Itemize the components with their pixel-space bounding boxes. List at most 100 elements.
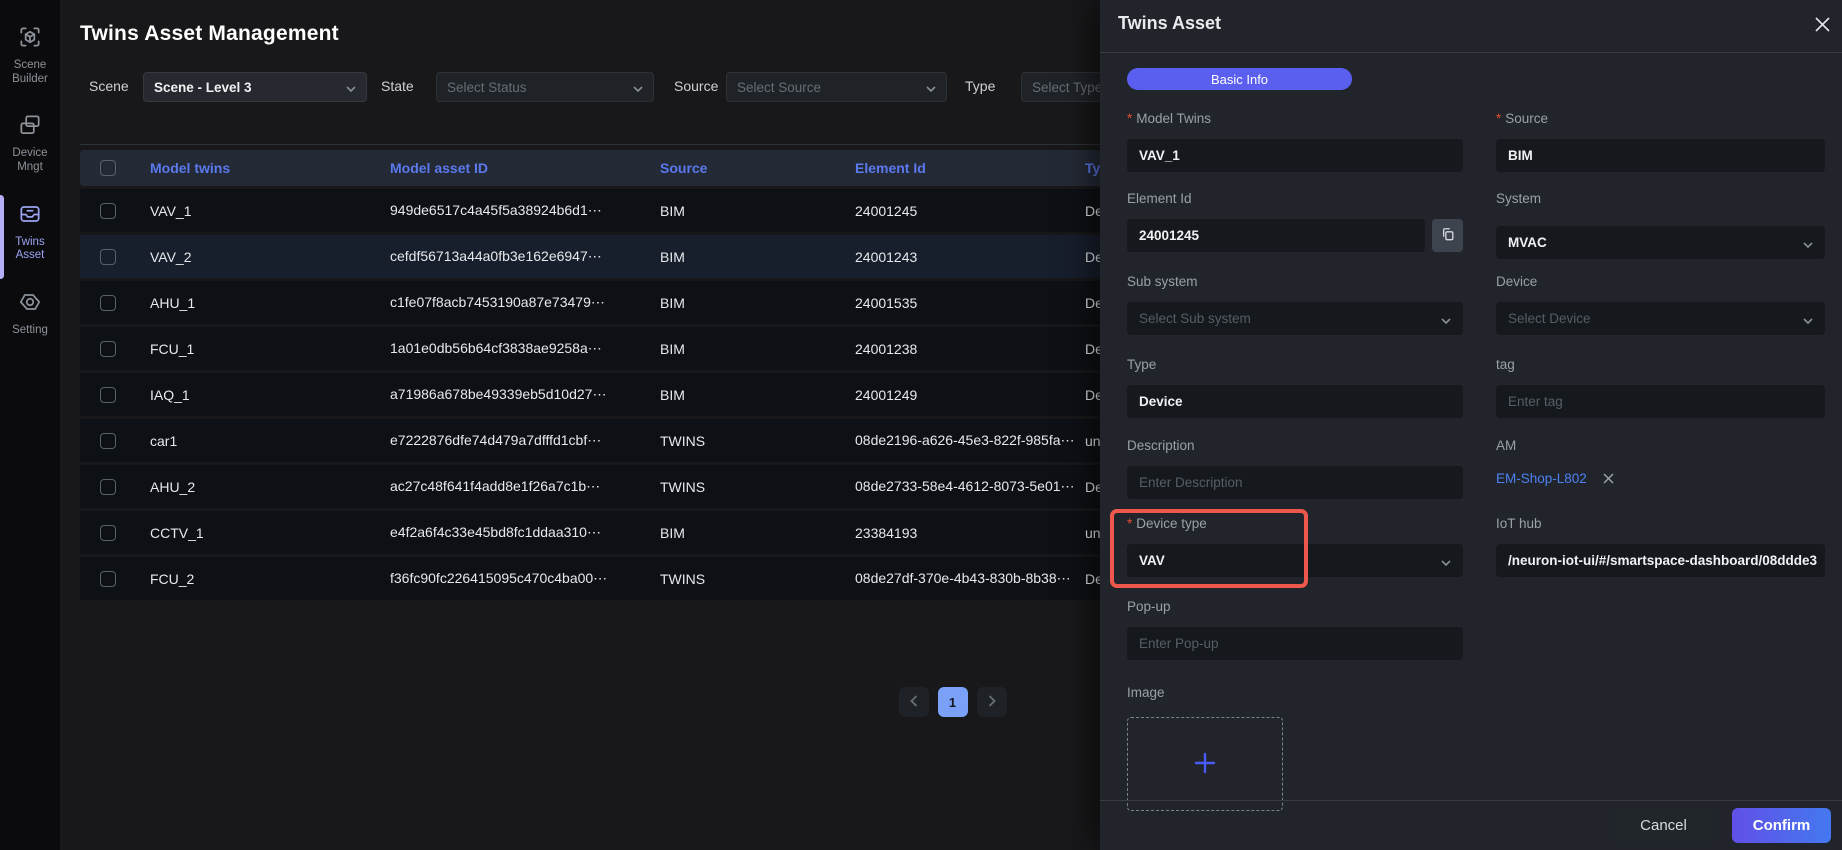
image-upload-button[interactable]: [1127, 717, 1283, 811]
column-header-source: Source: [660, 160, 707, 176]
field-group-source: *Source BIM: [1496, 110, 1825, 172]
sidebar-item-setting[interactable]: Setting: [0, 289, 60, 338]
copy-icon: [1441, 227, 1455, 244]
field-group-device: Device Select Device: [1496, 273, 1825, 335]
cell-model-asset-id: cefdf56713a44a0fb3e162e6947⋯: [390, 248, 602, 265]
cell-source: BIM: [660, 341, 685, 357]
system-select[interactable]: MVAC: [1496, 226, 1825, 259]
close-icon[interactable]: [1810, 12, 1834, 36]
row-checkbox[interactable]: [100, 295, 116, 311]
cancel-button[interactable]: Cancel: [1614, 808, 1713, 843]
am-link[interactable]: EM-Shop-L802: [1496, 471, 1587, 486]
cell-model-asset-id: 949de6517c4a45f5a38924b6d1⋯: [390, 202, 602, 219]
cell-model-twins: IAQ_1: [150, 387, 190, 403]
divider: [1100, 52, 1842, 53]
chevron-left-icon: [910, 695, 918, 710]
field-group-device-type: *Device type VAV: [1127, 515, 1463, 577]
cell-element-id: 08de2196-a626-45e3-822f-985fa⋯: [855, 432, 1075, 449]
description-input[interactable]: Enter Description: [1127, 466, 1463, 499]
sidebar: Scene Builder Device Mngt Twins Asset Se…: [0, 0, 60, 850]
page-button-1[interactable]: 1: [938, 687, 968, 717]
cell-element-id: 24001243: [855, 249, 917, 265]
field-label: IoT hub: [1496, 515, 1825, 533]
cell-element-id: 23384193: [855, 525, 917, 541]
field-label: *Model Twins: [1127, 110, 1463, 128]
sidebar-item-device-mngt[interactable]: Device Mngt: [0, 112, 60, 174]
sidebar-item-twins-asset[interactable]: Twins Asset: [0, 201, 60, 263]
field-group-popup: Pop-up Enter Pop-up: [1127, 598, 1463, 660]
required-marker: *: [1496, 111, 1501, 126]
row-checkbox[interactable]: [100, 387, 116, 403]
required-marker: *: [1127, 111, 1132, 126]
field-group-system: System MVAC: [1496, 190, 1825, 259]
cell-source: BIM: [660, 525, 685, 541]
required-marker: *: [1127, 516, 1132, 531]
source-input[interactable]: BIM: [1496, 139, 1825, 172]
next-page-button[interactable]: [977, 687, 1007, 717]
cell-element-id: 24001238: [855, 341, 917, 357]
field-label: Type: [1127, 356, 1463, 374]
cell-model-twins: FCU_1: [150, 341, 194, 357]
tag-input[interactable]: Enter tag: [1496, 385, 1825, 418]
field-group-tag: tag Enter tag: [1496, 356, 1825, 418]
iot-hub-input[interactable]: /neuron-iot-ui/#/smartspace-dashboard/08…: [1496, 544, 1825, 577]
filter-label-state: State: [381, 78, 414, 94]
field-label: tag: [1496, 356, 1825, 374]
field-group-description: Description Enter Description: [1127, 437, 1463, 499]
row-checkbox[interactable]: [100, 249, 116, 265]
field-label: AM: [1496, 437, 1825, 455]
copy-button[interactable]: [1432, 219, 1463, 252]
row-checkbox[interactable]: [100, 479, 116, 495]
popup-input[interactable]: Enter Pop-up: [1127, 627, 1463, 660]
field-group-model-twins: *Model Twins VAV_1: [1127, 110, 1463, 172]
sidebar-item-label: Device Mngt: [3, 147, 57, 175]
twins-asset-management-screen: Scene Builder Device Mngt Twins Asset Se…: [0, 0, 1842, 850]
cell-model-twins: FCU_2: [150, 571, 194, 587]
remove-am-icon[interactable]: [1603, 473, 1614, 484]
select-all-checkbox[interactable]: [100, 160, 116, 176]
chevron-down-icon: [1441, 553, 1451, 569]
cell-model-twins: car1: [150, 433, 177, 449]
row-checkbox[interactable]: [100, 203, 116, 219]
chevron-down-icon: [1803, 311, 1813, 327]
row-checkbox[interactable]: [100, 433, 116, 449]
cell-element-id: 24001245: [855, 203, 917, 219]
tab-basic-info[interactable]: Basic Info: [1127, 68, 1352, 90]
status-select[interactable]: Select Status: [436, 72, 654, 102]
device-type-select[interactable]: VAV: [1127, 544, 1463, 577]
divider: [1100, 800, 1842, 801]
type-input[interactable]: Device: [1127, 385, 1463, 418]
filter-label-source: Source: [674, 78, 718, 94]
sidebar-item-scene-builder[interactable]: Scene Builder: [0, 24, 60, 86]
chevron-down-icon: [1441, 311, 1451, 327]
plus-icon: [1190, 748, 1220, 781]
device-select[interactable]: Select Device: [1496, 302, 1825, 335]
chevron-down-icon: [633, 79, 643, 95]
sidebar-item-label: Twins Asset: [3, 236, 57, 264]
chevron-down-icon: [346, 79, 356, 95]
row-checkbox[interactable]: [100, 525, 116, 541]
page-title: Twins Asset Management: [80, 22, 339, 46]
source-select[interactable]: Select Source: [726, 72, 947, 102]
cell-model-asset-id: c1fe07f8acb7453190a87e73479⋯: [390, 294, 605, 311]
sub-system-select[interactable]: Select Sub system: [1127, 302, 1463, 335]
field-group-sub-system: Sub system Select Sub system: [1127, 273, 1463, 335]
prev-page-button[interactable]: [899, 687, 929, 717]
confirm-button[interactable]: Confirm: [1732, 808, 1831, 843]
cell-model-twins: AHU_1: [150, 295, 195, 311]
row-checkbox[interactable]: [100, 571, 116, 587]
cell-source: TWINS: [660, 479, 705, 495]
model-twins-input[interactable]: VAV_1: [1127, 139, 1463, 172]
scene-select[interactable]: Scene - Level 3: [143, 72, 367, 102]
element-id-input[interactable]: 24001245: [1127, 219, 1425, 252]
panel-title: Twins Asset: [1118, 13, 1221, 34]
twins-asset-panel: Twins Asset Basic Info *Model Twins VAV_…: [1100, 0, 1842, 850]
cell-model-twins: CCTV_1: [150, 525, 204, 541]
column-header-model-twins: Model twins: [150, 160, 230, 176]
row-checkbox[interactable]: [100, 341, 116, 357]
cell-model-twins: VAV_1: [150, 203, 192, 219]
cell-model-asset-id: a71986a678be49339eb5d10d27⋯: [390, 386, 606, 403]
filter-label-scene: Scene: [89, 78, 129, 94]
field-label: System: [1496, 190, 1825, 208]
chevron-down-icon: [1803, 235, 1813, 251]
